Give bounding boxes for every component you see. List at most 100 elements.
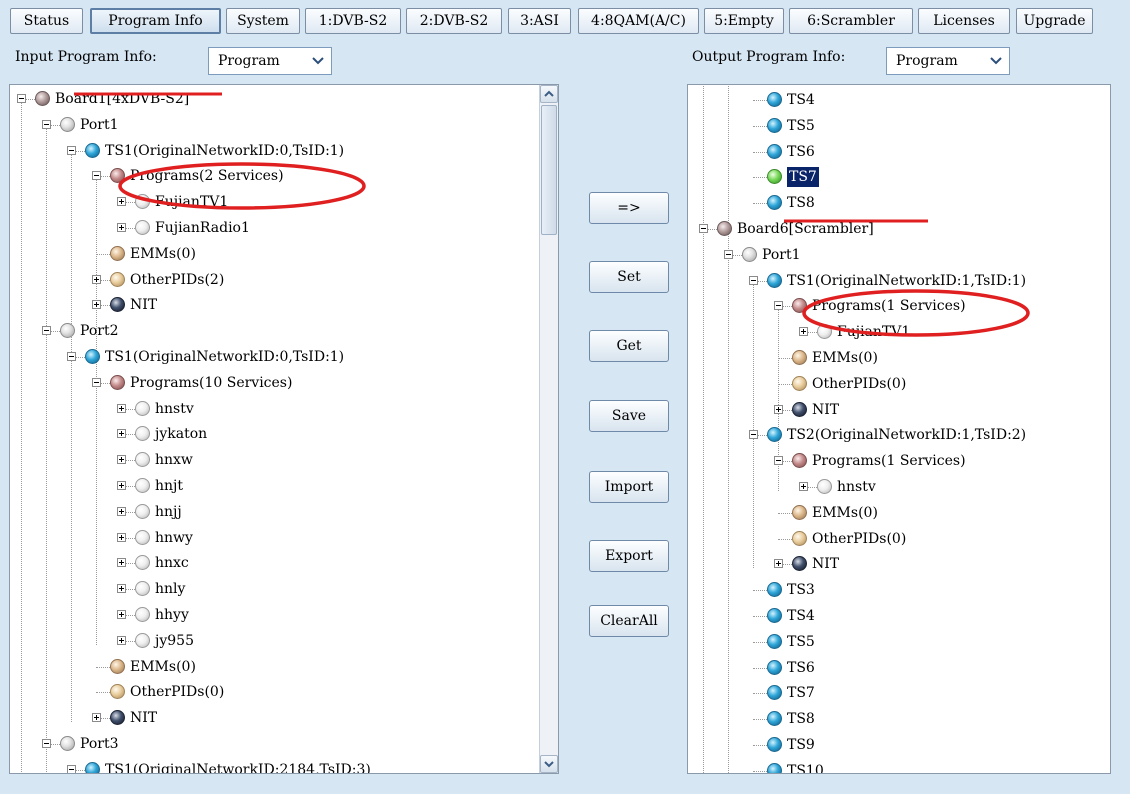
ts-icon bbox=[767, 608, 782, 623]
input-program-info-label: Input Program Info: bbox=[15, 49, 157, 65]
collapse-icon[interactable] bbox=[42, 326, 51, 336]
tree-node-label: OtherPIDs(0) bbox=[812, 530, 907, 547]
expand-icon[interactable] bbox=[117, 455, 126, 465]
service-icon bbox=[135, 503, 150, 519]
tree-node-label: EMMs(0) bbox=[130, 245, 196, 262]
import-button[interactable]: Import bbox=[589, 471, 669, 503]
tab-upgrade[interactable]: Upgrade bbox=[1016, 8, 1093, 34]
tab-4-8qam[interactable]: 4:8QAM(A/C) bbox=[578, 8, 699, 34]
tree-node-label: NIT bbox=[812, 556, 840, 573]
collapse-icon[interactable] bbox=[92, 377, 101, 387]
emm-icon bbox=[792, 504, 807, 520]
expand-icon[interactable] bbox=[774, 559, 783, 569]
scroll-up-button[interactable] bbox=[540, 85, 558, 103]
output-program-tree[interactable]: TS4 TS5 TS6 TS7 TS8 Board6[Scrambler] Port1 TS1… bbox=[687, 84, 1111, 774]
get-button[interactable]: Get bbox=[589, 330, 669, 362]
output-program-info-label: Output Program Info: bbox=[692, 49, 846, 65]
tab-5-empty[interactable]: 5:Empty bbox=[704, 8, 784, 34]
tab-2-dvb-s2[interactable]: 2:DVB-S2 bbox=[406, 8, 502, 34]
tree-node-label: Board6[Scrambler] bbox=[737, 221, 874, 237]
save-button[interactable]: Save bbox=[589, 400, 669, 432]
port-icon bbox=[60, 323, 75, 339]
tree-node-label: hhyy bbox=[155, 607, 189, 623]
collapse-icon[interactable] bbox=[749, 430, 758, 440]
service-icon bbox=[817, 479, 832, 494]
tree-node-label: Port3 bbox=[80, 736, 119, 752]
chevron-down-icon bbox=[990, 57, 1002, 65]
collapse-icon[interactable] bbox=[17, 94, 26, 103]
input-program-select[interactable]: Program bbox=[208, 47, 332, 75]
clear-all-button[interactable]: ClearAll bbox=[589, 605, 669, 637]
expand-icon[interactable] bbox=[799, 482, 808, 491]
expand-icon[interactable] bbox=[774, 404, 783, 414]
service-icon bbox=[135, 632, 150, 648]
collapse-icon[interactable] bbox=[774, 301, 783, 311]
collapse-icon[interactable] bbox=[774, 456, 783, 466]
export-button[interactable]: Export bbox=[589, 540, 669, 572]
tree-node-label: Programs(1 Services) bbox=[812, 298, 966, 315]
expand-icon[interactable] bbox=[117, 584, 126, 594]
expand-icon[interactable] bbox=[92, 274, 101, 284]
tree-node-label: TS10 bbox=[787, 762, 824, 774]
service-icon bbox=[135, 194, 150, 210]
tab-1-dvb-s2[interactable]: 1:DVB-S2 bbox=[305, 8, 401, 34]
board-icon bbox=[35, 91, 50, 106]
tree-guide-line bbox=[753, 284, 754, 569]
ts-icon bbox=[85, 761, 100, 773]
input-tree-scrollbar[interactable] bbox=[539, 85, 558, 773]
ts-icon bbox=[767, 143, 782, 159]
add-arrow-button[interactable]: => bbox=[589, 192, 669, 224]
expand-icon[interactable] bbox=[117, 429, 126, 439]
output-select-value: Program bbox=[896, 53, 958, 69]
scroll-thumb[interactable] bbox=[541, 105, 557, 235]
service-icon bbox=[135, 452, 150, 468]
tree-node-label: hnwy bbox=[155, 529, 193, 546]
expand-icon[interactable] bbox=[117, 610, 126, 619]
collapse-icon[interactable] bbox=[724, 249, 733, 259]
expand-icon[interactable] bbox=[117, 635, 126, 645]
collapse-icon[interactable] bbox=[92, 171, 101, 181]
tree-node-label: Port2 bbox=[80, 323, 119, 340]
scroll-down-button[interactable] bbox=[540, 755, 558, 773]
expand-icon[interactable] bbox=[92, 300, 101, 310]
tree-node-label: TS5 bbox=[787, 633, 815, 650]
tab-3-asi[interactable]: 3:ASI bbox=[508, 8, 571, 34]
collapse-icon[interactable] bbox=[42, 119, 51, 129]
nit-icon bbox=[110, 297, 125, 313]
tree-node-label: NIT bbox=[812, 401, 840, 418]
tab-system[interactable]: System bbox=[226, 8, 300, 34]
input-program-tree[interactable]: Board1[4xDVB-S2] Port1 TS1(OriginalNetwork… bbox=[9, 84, 559, 774]
expand-icon[interactable] bbox=[799, 327, 808, 337]
tab-program-info[interactable]: Program Info bbox=[90, 8, 221, 34]
expand-icon[interactable] bbox=[117, 506, 126, 516]
service-icon bbox=[135, 220, 150, 235]
collapse-icon[interactable] bbox=[67, 145, 76, 155]
chevron-down-icon bbox=[312, 57, 324, 65]
collapse-icon[interactable] bbox=[42, 739, 51, 748]
board-icon bbox=[717, 221, 732, 236]
tree-node-label: jy955 bbox=[155, 632, 194, 649]
expand-icon[interactable] bbox=[117, 558, 126, 568]
expand-icon[interactable] bbox=[117, 481, 126, 490]
collapse-icon[interactable] bbox=[67, 352, 76, 361]
expand-icon[interactable] bbox=[117, 223, 126, 232]
ts-icon bbox=[85, 142, 100, 158]
collapse-icon[interactable] bbox=[749, 275, 758, 285]
set-button[interactable]: Set bbox=[589, 261, 669, 293]
tree-node-label: Board1[4xDVB-S2] bbox=[55, 91, 190, 107]
tab-status[interactable]: Status bbox=[10, 8, 83, 34]
tab-6-scrambler[interactable]: 6:Scrambler bbox=[789, 8, 913, 34]
expand-icon[interactable] bbox=[117, 532, 126, 542]
output-program-select[interactable]: Program bbox=[886, 47, 1010, 75]
programs-icon bbox=[792, 453, 807, 469]
ts-icon bbox=[767, 633, 782, 649]
expand-icon[interactable] bbox=[117, 197, 126, 207]
emm-icon bbox=[110, 658, 125, 674]
tree-node-label: TS2(OriginalNetworkID:1,TsID:2) bbox=[787, 427, 1027, 444]
tree-node-label: OtherPIDs(0) bbox=[130, 684, 225, 701]
expand-icon[interactable] bbox=[117, 403, 126, 413]
tab-licenses[interactable]: Licenses bbox=[918, 8, 1010, 34]
collapse-icon[interactable] bbox=[67, 764, 76, 773]
collapse-icon[interactable] bbox=[699, 224, 708, 233]
expand-icon[interactable] bbox=[92, 713, 101, 723]
